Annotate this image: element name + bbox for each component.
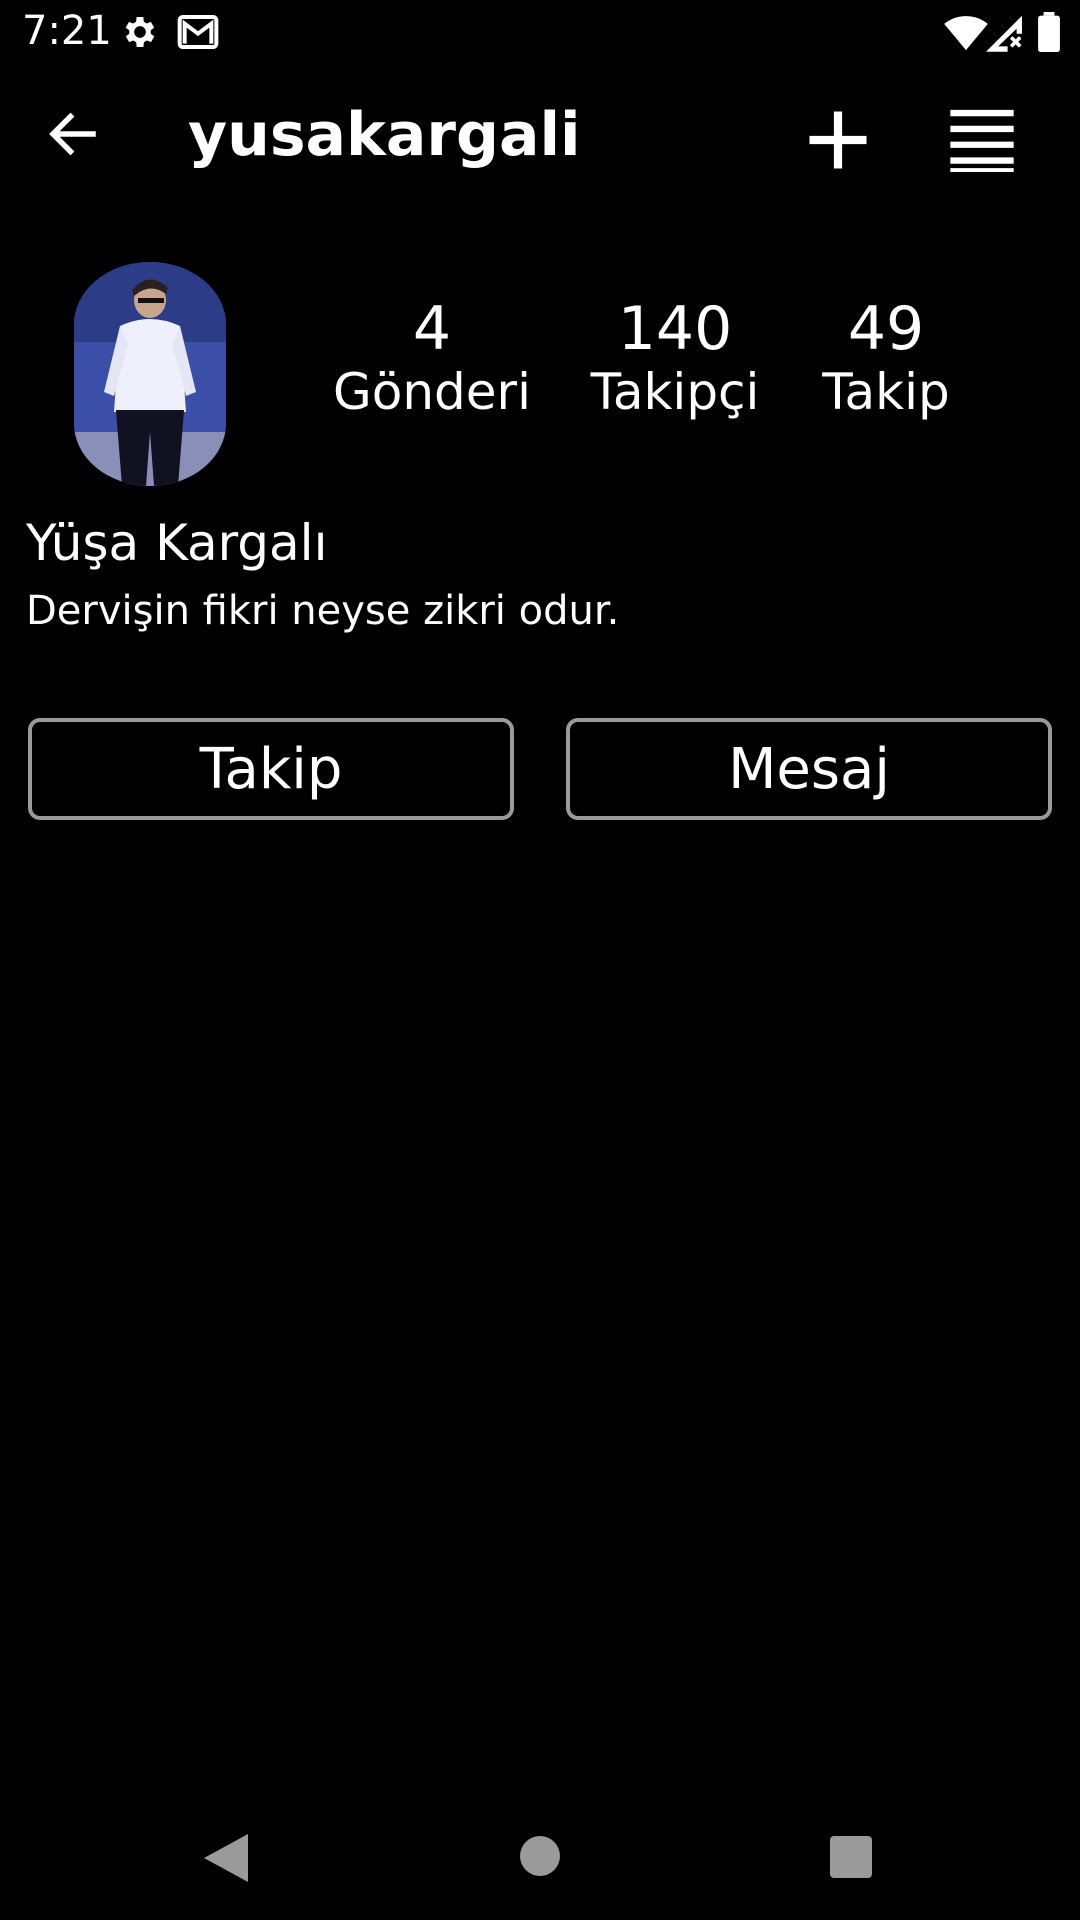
- following-label: Takip: [822, 363, 950, 421]
- profile-full-name: Yüşa Kargalı: [26, 514, 328, 572]
- profile-screen: 7:21 yusakargali 4 Gönderi 140 Takipçi 4…: [0, 0, 1080, 1920]
- app-bar: yusakargali: [0, 64, 1080, 204]
- nav-home-icon[interactable]: [520, 1836, 560, 1876]
- system-nav-bar: [0, 1800, 1080, 1920]
- status-time: 7:21: [22, 8, 112, 54]
- signal-icon: [986, 15, 1022, 52]
- status-bar: 7:21: [0, 0, 1080, 64]
- following-count: 49: [847, 294, 925, 364]
- profile-username: yusakargali: [188, 100, 581, 170]
- profile-bio: Dervişin fikri neyse zikri odur.: [26, 588, 620, 634]
- profile-stats: 4 Gönderi 140 Takipçi 49 Takip: [0, 296, 1080, 436]
- stat-followers[interactable]: 140 Takipçi: [570, 296, 780, 422]
- stat-following[interactable]: 49 Takip: [800, 296, 972, 422]
- posts-count: 4: [412, 294, 452, 364]
- plus-icon[interactable]: [800, 102, 876, 178]
- followers-count: 140: [617, 294, 733, 364]
- gmail-icon: [177, 15, 219, 49]
- message-button[interactable]: Mesaj: [566, 718, 1052, 820]
- battery-icon: [1038, 12, 1060, 52]
- gear-icon: [125, 17, 155, 47]
- nav-back-icon[interactable]: [204, 1834, 248, 1882]
- stat-posts[interactable]: 4 Gönderi: [332, 296, 532, 422]
- back-arrow-icon[interactable]: [40, 104, 106, 164]
- nav-recents-icon[interactable]: [830, 1836, 872, 1878]
- posts-label: Gönderi: [333, 363, 531, 421]
- wifi-icon: [944, 16, 988, 51]
- hamburger-menu-icon[interactable]: [944, 102, 1020, 178]
- followers-label: Takipçi: [590, 363, 760, 421]
- follow-button[interactable]: Takip: [28, 718, 514, 820]
